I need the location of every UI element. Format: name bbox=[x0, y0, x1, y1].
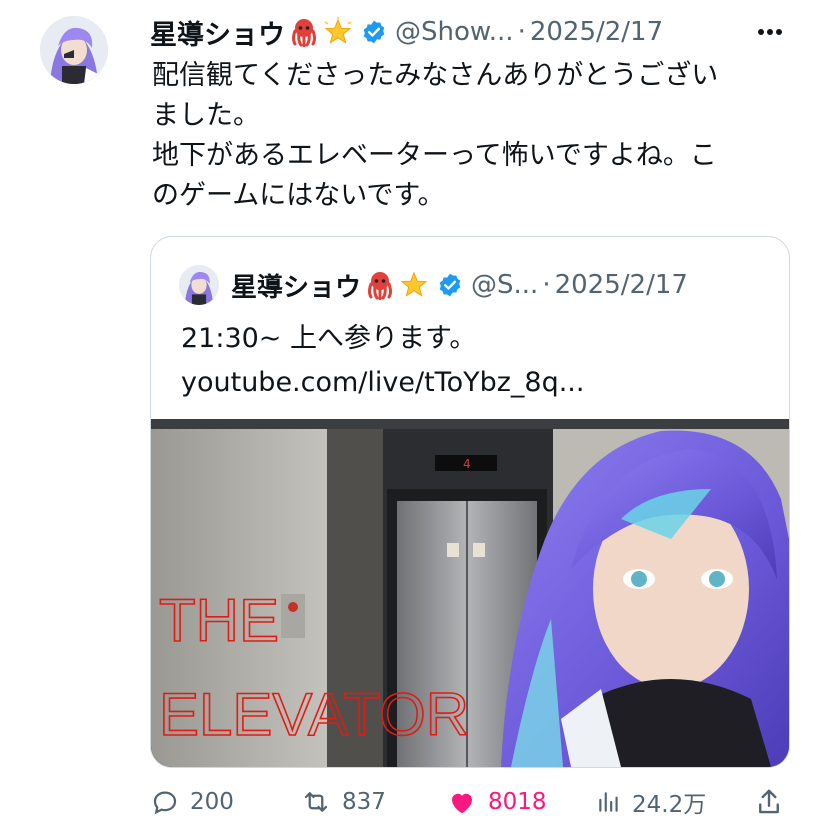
glowing-star-icon bbox=[399, 270, 429, 300]
post-date[interactable]: 2025/2/17 bbox=[530, 17, 663, 47]
separator-dot: · bbox=[517, 17, 526, 47]
share-button[interactable] bbox=[754, 780, 794, 824]
glowing-star-icon bbox=[323, 17, 353, 47]
quote-link[interactable]: youtube.com/live/tToYbz_8q... bbox=[181, 361, 584, 405]
quote-thumbnail-image[interactable]: 4 THE ELEVATOR bbox=[151, 419, 789, 767]
views-bar-chart-icon bbox=[599, 792, 618, 812]
like-count: 8018 bbox=[488, 789, 547, 815]
post-text-line: 地下があるエレベーターって怖いですよね。こ bbox=[152, 140, 717, 171]
share-upload-icon bbox=[759, 789, 779, 814]
repost-button[interactable]: 837 bbox=[300, 780, 386, 824]
action-bar: 200 837 8018 24.2万 bbox=[150, 780, 790, 824]
separator-dot: · bbox=[542, 270, 551, 300]
quote-text-line: 21:30~ 上へ参ります。 bbox=[181, 323, 477, 354]
like-button[interactable]: 8018 bbox=[446, 780, 547, 824]
more-dots-icon bbox=[758, 29, 782, 35]
quote-date: 2025/2/17 bbox=[554, 270, 688, 300]
quote-author-name: 星導ショウ bbox=[231, 272, 362, 303]
author-handle[interactable]: @Show... bbox=[395, 17, 514, 47]
svg-text:ELEVATOR: ELEVATOR bbox=[159, 681, 469, 748]
quote-text: 21:30~ 上へ参ります。 youtube.com/live/tToYbz_8… bbox=[181, 317, 584, 405]
post-text: 配信観てくださったみなさんありがとうござい ました。 地下があるエレベーターって… bbox=[152, 56, 802, 216]
avatar-image bbox=[40, 16, 108, 84]
verified-badge-icon[interactable] bbox=[361, 19, 387, 45]
quote-author-avatar bbox=[179, 265, 219, 305]
elevator-thumbnail: 4 THE ELEVATOR bbox=[151, 419, 789, 767]
post-text-line: ました。 bbox=[152, 100, 260, 131]
repost-count: 837 bbox=[342, 789, 386, 815]
reply-count: 200 bbox=[190, 789, 234, 815]
quote-author-handle: @S... bbox=[471, 270, 539, 300]
views-count: 24.2万 bbox=[632, 792, 707, 818]
heart-icon bbox=[452, 793, 472, 814]
post-text-line: 配信観てくださったみなさんありがとうござい bbox=[152, 60, 719, 91]
svg-text:4: 4 bbox=[463, 457, 471, 471]
more-options-button[interactable] bbox=[752, 14, 788, 50]
author-name[interactable]: 星導ショウ bbox=[150, 13, 285, 52]
octopus-icon bbox=[289, 17, 319, 48]
quoted-post[interactable]: 星導ショウ @S... · 2025/2/17 21:30~ 上へ参ります。 y… bbox=[150, 236, 790, 768]
reply-button[interactable]: 200 bbox=[150, 780, 234, 824]
post-text-line: のゲームにはないです。 bbox=[152, 180, 445, 211]
svg-text:THE: THE bbox=[159, 587, 279, 654]
quote-header: 星導ショウ @S... · 2025/2/17 bbox=[179, 265, 688, 305]
post-header: 星導ショウ @Show... · 2025/2/17 bbox=[150, 12, 808, 52]
octopus-icon bbox=[365, 270, 395, 301]
views-button[interactable]: 24.2万 bbox=[596, 780, 706, 824]
reply-icon bbox=[153, 791, 177, 815]
verified-badge-icon bbox=[437, 272, 463, 298]
repost-icon bbox=[304, 792, 328, 812]
author-avatar[interactable] bbox=[40, 16, 108, 84]
